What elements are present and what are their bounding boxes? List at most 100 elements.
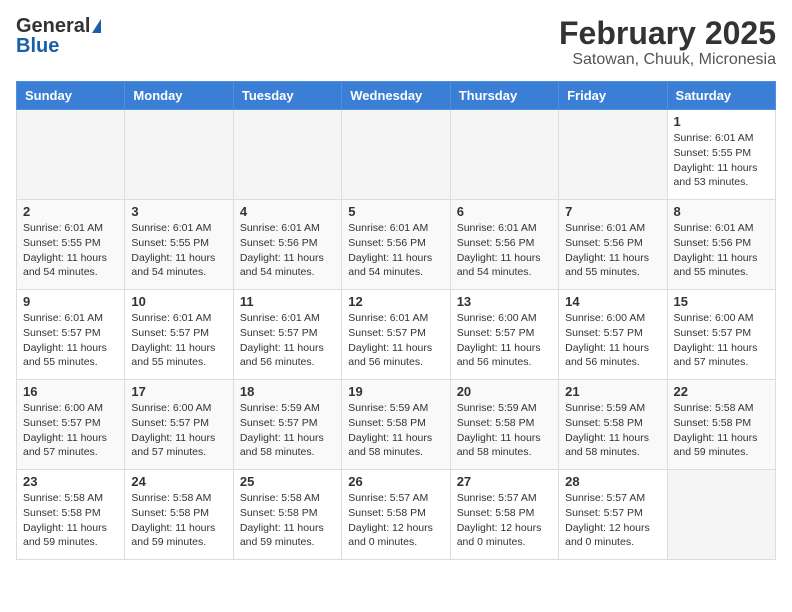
- day-info: Sunrise: 5:58 AM Sunset: 5:58 PM Dayligh…: [674, 401, 769, 460]
- calendar-cell-3-7: 15 Sunrise: 6:00 AM Sunset: 5:57 PM Dayli…: [667, 290, 775, 380]
- calendar-cell-5-6: 28 Sunrise: 5:57 AM Sunset: 5:57 PM Dayli…: [559, 470, 667, 560]
- day-number: 28: [565, 474, 660, 489]
- day-info: Sunrise: 6:01 AM Sunset: 5:57 PM Dayligh…: [240, 311, 335, 370]
- calendar-cell-4-6: 21 Sunrise: 5:59 AM Sunset: 5:58 PM Dayli…: [559, 380, 667, 470]
- day-number: 26: [348, 474, 443, 489]
- calendar-cell-4-7: 22 Sunrise: 5:58 AM Sunset: 5:58 PM Dayli…: [667, 380, 775, 470]
- day-info: Sunrise: 5:59 AM Sunset: 5:58 PM Dayligh…: [565, 401, 660, 460]
- day-info: Sunrise: 6:01 AM Sunset: 5:56 PM Dayligh…: [348, 221, 443, 280]
- day-info: Sunrise: 6:00 AM Sunset: 5:57 PM Dayligh…: [674, 311, 769, 370]
- logo-general-text: General: [16, 16, 90, 36]
- calendar-cell-1-5: [450, 110, 558, 200]
- day-info: Sunrise: 6:01 AM Sunset: 5:57 PM Dayligh…: [348, 311, 443, 370]
- calendar-cell-4-5: 20 Sunrise: 5:59 AM Sunset: 5:58 PM Dayli…: [450, 380, 558, 470]
- day-info: Sunrise: 5:58 AM Sunset: 5:58 PM Dayligh…: [131, 491, 226, 550]
- day-info: Sunrise: 5:57 AM Sunset: 5:58 PM Dayligh…: [348, 491, 443, 550]
- day-info: Sunrise: 5:57 AM Sunset: 5:58 PM Dayligh…: [457, 491, 552, 550]
- day-number: 4: [240, 204, 335, 219]
- day-info: Sunrise: 6:01 AM Sunset: 5:57 PM Dayligh…: [131, 311, 226, 370]
- day-info: Sunrise: 6:00 AM Sunset: 5:57 PM Dayligh…: [457, 311, 552, 370]
- calendar-cell-2-2: 3Sunrise: 6:01 AM Sunset: 5:55 PM Daylig…: [125, 200, 233, 290]
- day-number: 13: [457, 294, 552, 309]
- day-info: Sunrise: 6:00 AM Sunset: 5:57 PM Dayligh…: [565, 311, 660, 370]
- day-number: 25: [240, 474, 335, 489]
- day-number: 3: [131, 204, 226, 219]
- col-friday: Friday: [559, 82, 667, 110]
- calendar-cell-2-1: 2 Sunrise: 6:01 AM Sunset: 5:55 PM Daylig…: [17, 200, 125, 290]
- day-info: Sunrise: 6:01 AM Sunset: 5:55 PM Dayligh…: [674, 131, 769, 190]
- calendar-cell-3-4: 12 Sunrise: 6:01 AM Sunset: 5:57 PM Dayli…: [342, 290, 450, 380]
- day-number: 19: [348, 384, 443, 399]
- day-number: 18: [240, 384, 335, 399]
- day-number: 17: [131, 384, 226, 399]
- calendar-week-2: 2 Sunrise: 6:01 AM Sunset: 5:55 PM Daylig…: [17, 200, 776, 290]
- logo-blue-text: Blue: [16, 36, 59, 56]
- page-title: February 2025: [559, 16, 776, 51]
- calendar-cell-4-4: 19 Sunrise: 5:59 AM Sunset: 5:58 PM Dayli…: [342, 380, 450, 470]
- day-number: 10: [131, 294, 226, 309]
- calendar-cell-1-4: [342, 110, 450, 200]
- day-number: 20: [457, 384, 552, 399]
- title-block: February 2025 Satowan, Chuuk, Micronesia: [559, 16, 776, 69]
- calendar-cell-5-2: 24 Sunrise: 5:58 AM Sunset: 5:58 PM Dayli…: [125, 470, 233, 560]
- day-info: Sunrise: 6:01 AM Sunset: 5:57 PM Dayligh…: [23, 311, 118, 370]
- day-info: Sunrise: 6:01 AM Sunset: 5:56 PM Dayligh…: [240, 221, 335, 280]
- day-number: 14: [565, 294, 660, 309]
- col-saturday: Saturday: [667, 82, 775, 110]
- day-number: 11: [240, 294, 335, 309]
- day-number: 8: [674, 204, 769, 219]
- day-number: 16: [23, 384, 118, 399]
- page-header: General Blue February 2025 Satowan, Chuu…: [16, 16, 776, 69]
- calendar-cell-5-7: [667, 470, 775, 560]
- calendar-week-5: 23 Sunrise: 5:58 AM Sunset: 5:58 PM Dayli…: [17, 470, 776, 560]
- calendar-week-1: 1 Sunrise: 6:01 AM Sunset: 5:55 PM Daylig…: [17, 110, 776, 200]
- day-info: Sunrise: 6:00 AM Sunset: 5:57 PM Dayligh…: [131, 401, 226, 460]
- day-number: 6: [457, 204, 552, 219]
- day-number: 12: [348, 294, 443, 309]
- day-info: Sunrise: 5:58 AM Sunset: 5:58 PM Dayligh…: [240, 491, 335, 550]
- day-info: Sunrise: 5:59 AM Sunset: 5:57 PM Dayligh…: [240, 401, 335, 460]
- day-number: 23: [23, 474, 118, 489]
- calendar-week-4: 16 Sunrise: 6:00 AM Sunset: 5:57 PM Dayli…: [17, 380, 776, 470]
- day-number: 1: [674, 114, 769, 129]
- calendar-cell-3-2: 10 Sunrise: 6:01 AM Sunset: 5:57 PM Dayli…: [125, 290, 233, 380]
- day-info: Sunrise: 5:58 AM Sunset: 5:58 PM Dayligh…: [23, 491, 118, 550]
- day-info: Sunrise: 5:57 AM Sunset: 5:57 PM Dayligh…: [565, 491, 660, 550]
- calendar-cell-3-5: 13 Sunrise: 6:00 AM Sunset: 5:57 PM Dayli…: [450, 290, 558, 380]
- calendar-cell-4-3: 18 Sunrise: 5:59 AM Sunset: 5:57 PM Dayli…: [233, 380, 341, 470]
- day-number: 21: [565, 384, 660, 399]
- day-info: Sunrise: 6:01 AM Sunset: 5:56 PM Dayligh…: [565, 221, 660, 280]
- day-number: 9: [23, 294, 118, 309]
- col-thursday: Thursday: [450, 82, 558, 110]
- calendar-cell-1-7: 1 Sunrise: 6:01 AM Sunset: 5:55 PM Daylig…: [667, 110, 775, 200]
- day-info: Sunrise: 6:01 AM Sunset: 5:55 PM Dayligh…: [23, 221, 118, 280]
- col-tuesday: Tuesday: [233, 82, 341, 110]
- logo: General Blue: [16, 16, 101, 56]
- day-info: Sunrise: 6:00 AM Sunset: 5:57 PM Dayligh…: [23, 401, 118, 460]
- day-number: 24: [131, 474, 226, 489]
- calendar-cell-1-2: [125, 110, 233, 200]
- day-number: 5: [348, 204, 443, 219]
- day-info: Sunrise: 5:59 AM Sunset: 5:58 PM Dayligh…: [348, 401, 443, 460]
- calendar-cell-3-6: 14 Sunrise: 6:00 AM Sunset: 5:57 PM Dayli…: [559, 290, 667, 380]
- calendar-cell-3-3: 11 Sunrise: 6:01 AM Sunset: 5:57 PM Dayli…: [233, 290, 341, 380]
- col-monday: Monday: [125, 82, 233, 110]
- calendar-cell-2-4: 5 Sunrise: 6:01 AM Sunset: 5:56 PM Daylig…: [342, 200, 450, 290]
- day-number: 15: [674, 294, 769, 309]
- calendar-cell-2-3: 4 Sunrise: 6:01 AM Sunset: 5:56 PM Daylig…: [233, 200, 341, 290]
- logo-icon: [92, 19, 101, 33]
- calendar-cell-2-5: 6 Sunrise: 6:01 AM Sunset: 5:56 PM Daylig…: [450, 200, 558, 290]
- day-number: 27: [457, 474, 552, 489]
- calendar-cell-2-7: 8 Sunrise: 6:01 AM Sunset: 5:56 PM Daylig…: [667, 200, 775, 290]
- day-info: Sunrise: 6:01 AM Sunset: 5:56 PM Dayligh…: [674, 221, 769, 280]
- calendar-cell-5-3: 25 Sunrise: 5:58 AM Sunset: 5:58 PM Dayli…: [233, 470, 341, 560]
- calendar-cell-2-6: 7Sunrise: 6:01 AM Sunset: 5:56 PM Daylig…: [559, 200, 667, 290]
- day-number: 2: [23, 204, 118, 219]
- day-number: 22: [674, 384, 769, 399]
- day-info: Sunrise: 6:01 AM Sunset: 5:56 PM Dayligh…: [457, 221, 552, 280]
- calendar-table: Sunday Monday Tuesday Wednesday Thursday…: [16, 81, 776, 560]
- calendar-header-row: Sunday Monday Tuesday Wednesday Thursday…: [17, 82, 776, 110]
- calendar-cell-1-3: [233, 110, 341, 200]
- day-info: Sunrise: 5:59 AM Sunset: 5:58 PM Dayligh…: [457, 401, 552, 460]
- calendar-cell-4-2: 17 Sunrise: 6:00 AM Sunset: 5:57 PM Dayli…: [125, 380, 233, 470]
